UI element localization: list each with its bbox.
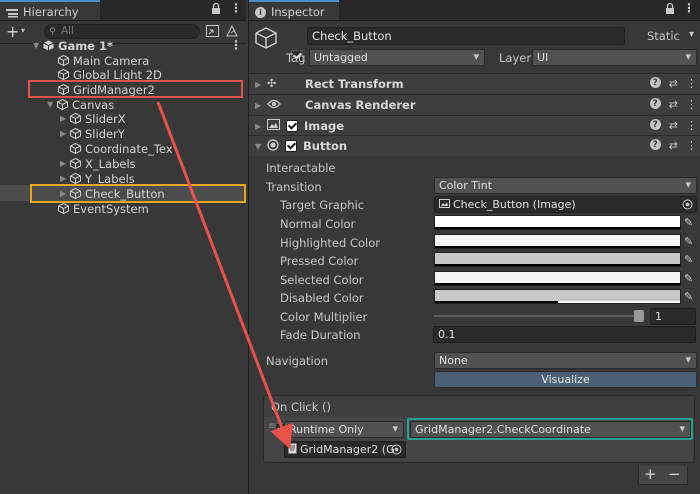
annotation-arrow	[156, 101, 293, 450]
